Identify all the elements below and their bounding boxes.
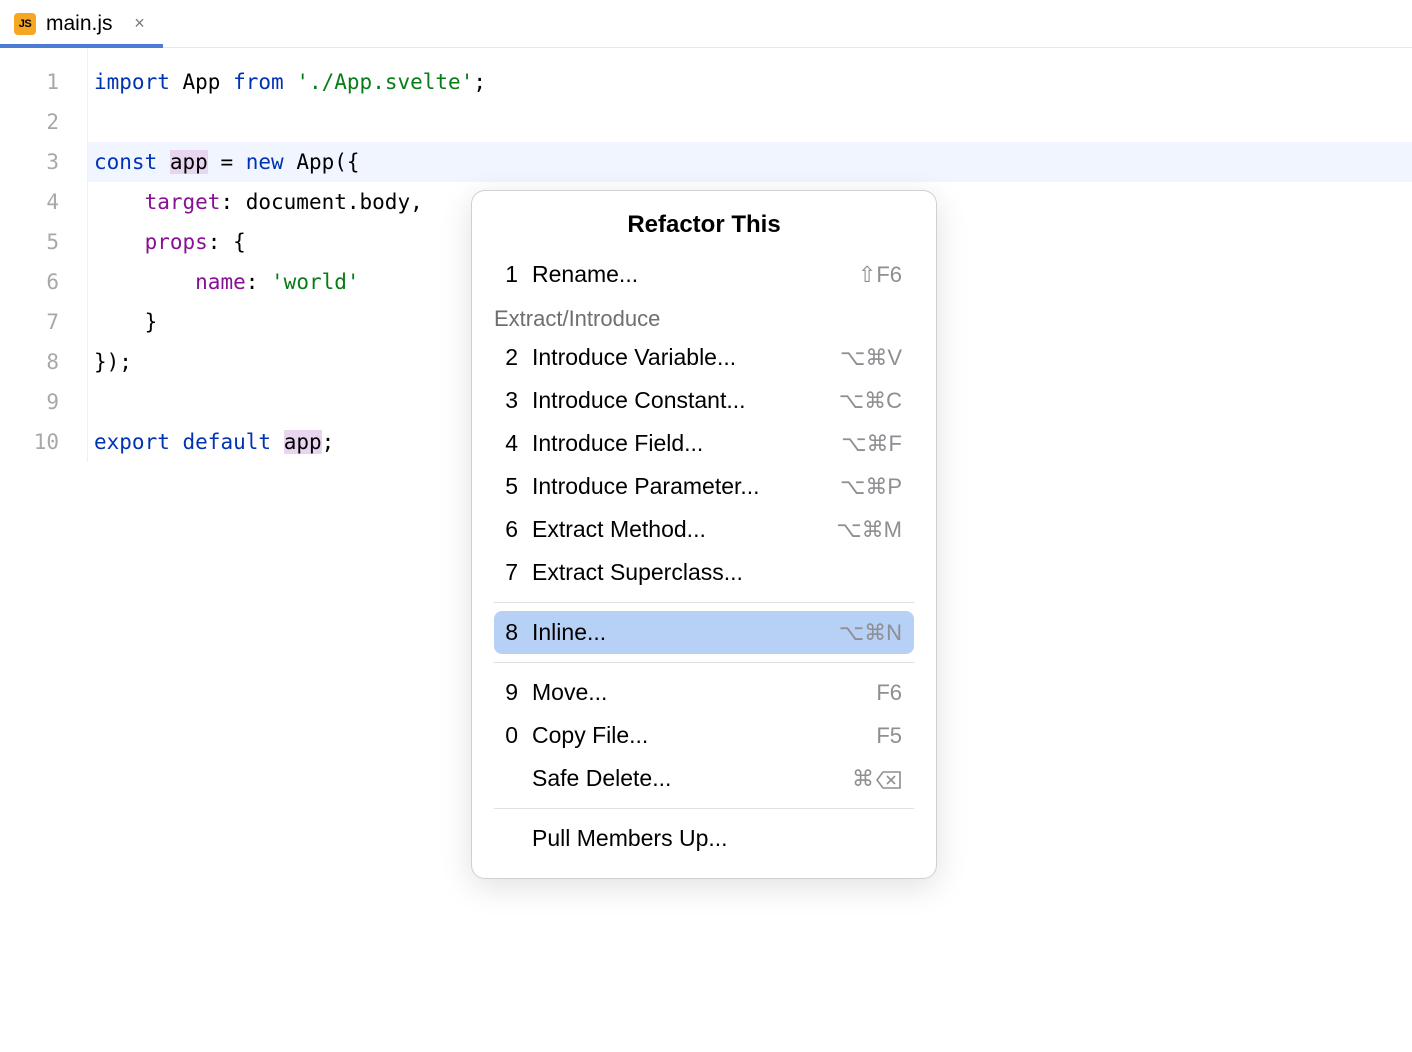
popup-item-shortcut: ⌥⌘V: [840, 345, 902, 371]
popup-item-number: 0: [494, 722, 532, 749]
popup-item-number: 7: [494, 559, 532, 586]
popup-item-number: 2: [494, 344, 532, 371]
popup-item-label: Introduce Field...: [532, 430, 841, 457]
line-number: 2: [0, 102, 59, 142]
line-number: 9: [0, 382, 59, 422]
popup-item-label: Copy File...: [532, 722, 876, 749]
popup-item-number: 4: [494, 430, 532, 457]
popup-item-shortcut: F5: [876, 723, 902, 749]
popup-item-label: Safe Delete...: [532, 765, 852, 792]
popup-item-label: Extract Superclass...: [532, 559, 902, 586]
code-line[interactable]: const app = new App({: [88, 142, 1412, 182]
popup-item[interactable]: 0Copy File...F5: [494, 714, 914, 757]
popup-item-shortcut: ⌥⌘N: [839, 620, 902, 646]
popup-item[interactable]: 1Rename...⇧F6: [494, 253, 914, 296]
tab-main-js[interactable]: JS main.js ×: [0, 0, 163, 47]
popup-title: Refactor This: [472, 191, 936, 253]
popup-item-label: Rename...: [532, 261, 858, 288]
line-number: 10: [0, 422, 59, 462]
popup-item[interactable]: 4Introduce Field...⌥⌘F: [494, 422, 914, 465]
popup-divider: [494, 662, 914, 663]
popup-item-shortcut: ⌥⌘C: [839, 388, 902, 414]
popup-item-shortcut: ⌥⌘F: [841, 431, 902, 457]
line-number: 4: [0, 182, 59, 222]
close-icon[interactable]: ×: [131, 15, 149, 33]
popup-item[interactable]: Safe Delete...⌘: [494, 757, 914, 800]
popup-item-number: 1: [494, 261, 532, 288]
popup-item[interactable]: 3Introduce Constant...⌥⌘C: [494, 379, 914, 422]
popup-item-number: 3: [494, 387, 532, 414]
popup-item[interactable]: 2Introduce Variable...⌥⌘V: [494, 336, 914, 379]
popup-item-label: Introduce Parameter...: [532, 473, 840, 500]
popup-divider: [494, 808, 914, 809]
code-line[interactable]: [94, 102, 1412, 142]
line-number: 5: [0, 222, 59, 262]
tab-name: main.js: [46, 12, 113, 36]
popup-item-shortcut: F6: [876, 680, 902, 706]
popup-item[interactable]: Pull Members Up...: [494, 817, 914, 860]
popup-item[interactable]: 6Extract Method...⌥⌘M: [494, 508, 914, 551]
line-number: 1: [0, 62, 59, 102]
line-number: 7: [0, 302, 59, 342]
popup-item-shortcut: ⇧F6: [858, 262, 902, 288]
popup-item-shortcut: ⌘: [852, 766, 902, 792]
popup-item-shortcut: ⌥⌘M: [836, 517, 902, 543]
popup-item-label: Inline...: [532, 619, 839, 646]
popup-items: 1Rename...⇧F6Extract/Introduce2Introduce…: [472, 253, 936, 878]
popup-item-label: Pull Members Up...: [532, 825, 902, 852]
popup-item-number: 5: [494, 473, 532, 500]
popup-item[interactable]: 5Introduce Parameter...⌥⌘P: [494, 465, 914, 508]
delete-icon: [876, 766, 902, 792]
popup-item-label: Introduce Variable...: [532, 344, 840, 371]
line-number: 8: [0, 342, 59, 382]
popup-section-header: Extract/Introduce: [494, 296, 914, 336]
popup-item-number: 9: [494, 679, 532, 706]
refactor-popup: Refactor This 1Rename...⇧F6Extract/Intro…: [471, 190, 937, 879]
popup-item-shortcut: ⌥⌘P: [840, 474, 902, 500]
popup-item-label: Extract Method...: [532, 516, 836, 543]
gutter: 12345678910: [0, 48, 88, 462]
line-number: 6: [0, 262, 59, 302]
tab-bar: JS main.js ×: [0, 0, 1412, 48]
line-number: 3: [0, 142, 59, 182]
code-line[interactable]: import App from './App.svelte';: [94, 62, 1412, 102]
popup-item[interactable]: 7Extract Superclass...: [494, 551, 914, 594]
popup-item-number: 8: [494, 619, 532, 646]
popup-item-number: 6: [494, 516, 532, 543]
popup-item[interactable]: 9Move...F6: [494, 671, 914, 714]
popup-item-label: Introduce Constant...: [532, 387, 839, 414]
js-file-icon: JS: [14, 13, 36, 35]
popup-item[interactable]: 8Inline...⌥⌘N: [494, 611, 914, 654]
popup-item-label: Move...: [532, 679, 876, 706]
popup-divider: [494, 602, 914, 603]
